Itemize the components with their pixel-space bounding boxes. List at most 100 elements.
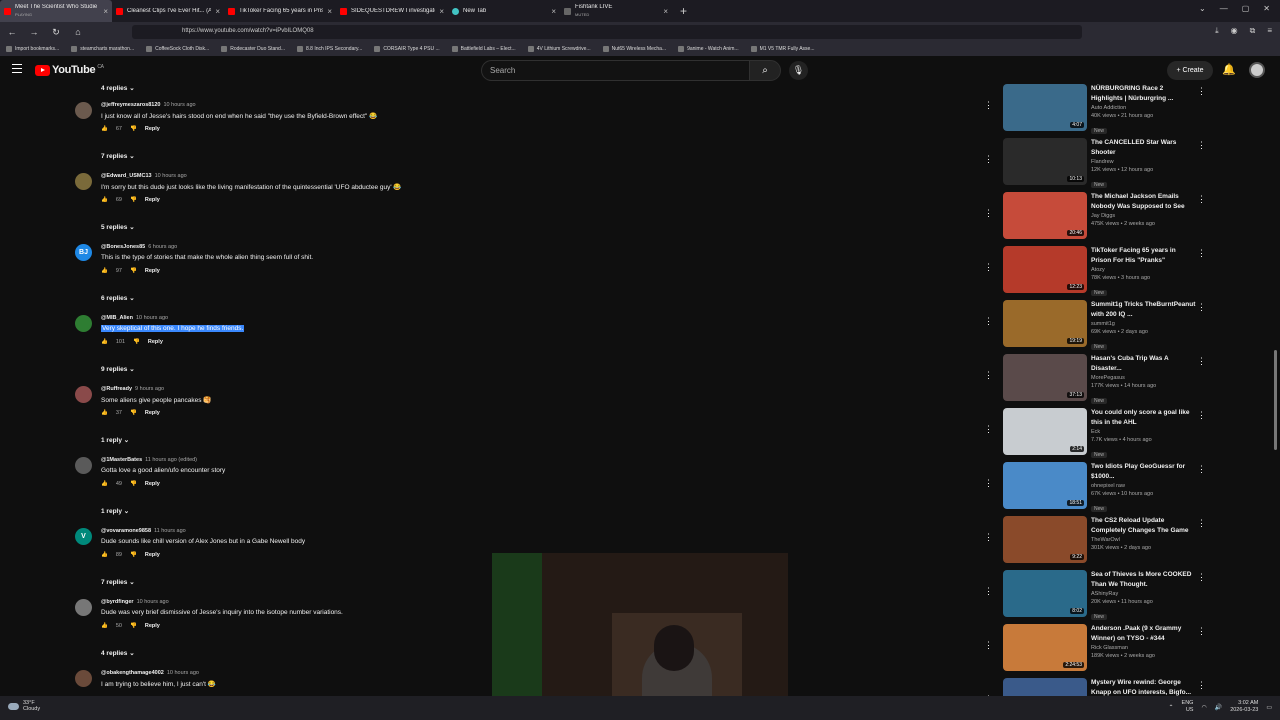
more-options-icon[interactable]: ⋮ <box>984 532 993 543</box>
comment-author[interactable]: @byrdfinger <box>101 599 134 605</box>
recommended-video[interactable]: ⋮ 37:13 Hasan's Cuba Trip Was A Disaster..… <box>978 354 1218 408</box>
like-icon[interactable]: 👍 <box>101 126 108 132</box>
chevron-down-icon[interactable]: ⌄ <box>1199 4 1206 13</box>
voice-search-button[interactable]: 🎙 <box>789 61 808 80</box>
recommended-video[interactable]: ⋮ 2:24:53 Anderson .Paak (9 x Grammy Winne… <box>978 624 1218 678</box>
comment-time[interactable]: 11 hours ago (edited) <box>145 457 197 463</box>
video-title[interactable]: You could only score a goal like this in… <box>1091 408 1196 428</box>
video-channel[interactable]: Eck <box>1091 429 1196 435</box>
reply-button[interactable]: Reply <box>145 126 160 132</box>
bookmark-item[interactable]: Rodecaster Duo Stand... <box>221 46 285 52</box>
commenter-avatar[interactable] <box>75 102 92 119</box>
reply-button[interactable]: Reply <box>145 481 160 487</box>
maximize-icon[interactable]: ▢ <box>1242 4 1250 13</box>
wifi-icon[interactable]: ◠ <box>1201 704 1206 711</box>
video-title[interactable]: The CANCELLED Star Wars Shooter <box>1091 138 1196 158</box>
video-title[interactable]: Summit1g Tricks TheBurntPeanut with 200 … <box>1091 300 1196 320</box>
video-thumbnail[interactable]: 12:23 <box>1003 246 1087 293</box>
browser-tab[interactable]: Meet The Scientist Who Studie PLAYING × <box>0 0 112 22</box>
recommended-video[interactable]: ⋮ 18:51 Two Idiots Play GeoGuessr for $100… <box>978 462 1218 516</box>
video-menu-icon[interactable]: ⋮ <box>1197 356 1206 367</box>
dislike-icon[interactable]: 👎 <box>130 623 137 629</box>
tray-chevron-icon[interactable]: ⌃ <box>1169 704 1174 711</box>
video-title[interactable]: Mystery Wire rewind: George Knapp on UFO… <box>1091 678 1196 696</box>
reply-button[interactable]: Reply <box>145 623 160 629</box>
browser-tab[interactable]: TikToker Facing 65 years in Pris × <box>224 0 336 22</box>
video-title[interactable]: The CS2 Reload Update Completely Changes… <box>1091 516 1196 536</box>
comment-time[interactable]: 10 hours ago <box>155 173 187 179</box>
video-thumbnail[interactable]: 9:22 <box>1003 516 1087 563</box>
video-thumbnail[interactable]: 8:02 <box>1003 570 1087 617</box>
replies-toggle[interactable]: 7 replies ⌄ <box>101 578 135 586</box>
video-thumbnail[interactable]: 18:51 <box>1003 462 1087 509</box>
commenter-avatar[interactable] <box>75 173 92 190</box>
bookmark-item[interactable]: 8.8 Inch IPS Secondary... <box>296 46 362 52</box>
video-menu-icon[interactable]: ⋮ <box>1197 302 1206 313</box>
tab-close-icon[interactable]: × <box>215 7 220 16</box>
video-thumbnail[interactable]: 37:13 <box>1003 354 1087 401</box>
recommended-video[interactable]: ⋮ 4:07 NÜRBURGRING Race 2 Highlights | Nür… <box>978 84 1218 138</box>
like-icon[interactable]: 👍 <box>101 268 108 274</box>
menu-icon[interactable]: ≡ <box>1267 26 1272 36</box>
youtube-logo[interactable]: YouTube CA <box>35 64 104 76</box>
create-button[interactable]: + Create <box>1167 61 1213 80</box>
tab-close-icon[interactable]: × <box>663 7 668 16</box>
video-channel[interactable]: MorePegasus <box>1091 375 1196 381</box>
minimize-icon[interactable]: — <box>1220 4 1228 13</box>
url-bar[interactable]: https://www.youtube.com/watch?v=iPvbILOM… <box>132 25 1082 39</box>
bookmark-item[interactable]: CoffeeSock Cloth Disk... <box>146 46 209 52</box>
commenter-avatar[interactable] <box>75 599 92 616</box>
more-options-icon[interactable]: ⋮ <box>984 208 993 219</box>
like-icon[interactable]: 👍 <box>101 197 108 203</box>
replies-toggle[interactable]: 9 replies ⌄ <box>101 365 135 373</box>
more-options-icon[interactable]: ⋮ <box>984 370 993 381</box>
like-icon[interactable]: 👍 <box>101 552 108 558</box>
new-tab-icon[interactable]: + <box>680 4 687 18</box>
video-thumbnail[interactable]: 4:07 <box>1003 84 1087 131</box>
video-channel[interactable]: Flandrew <box>1091 159 1196 165</box>
recommended-video[interactable]: ⋮ 20:46 The Michael Jackson Emails Nobody … <box>978 192 1218 246</box>
video-menu-icon[interactable]: ⋮ <box>1197 626 1206 637</box>
volume-icon[interactable]: 🔊 <box>1215 704 1222 711</box>
recommended-video[interactable]: ⋮ 12:23 TikToker Facing 65 years in Prison… <box>978 246 1218 300</box>
menu-hamburger-icon[interactable] <box>12 64 22 73</box>
comment-time[interactable]: 9 hours ago <box>135 386 164 392</box>
reload-icon[interactable]: ↻ <box>50 27 62 38</box>
video-channel[interactable]: Auto Addiction <box>1091 105 1196 111</box>
bookmark-item[interactable]: M1 V5 TMR Fully Asse... <box>750 46 815 52</box>
video-thumbnail[interactable]: 10:13 <box>1003 138 1087 185</box>
replies-toggle[interactable]: 1 reply ⌄ <box>101 436 129 444</box>
video-thumbnail[interactable]: 2:14 <box>1003 408 1087 455</box>
video-channel[interactable]: summit1g <box>1091 321 1196 327</box>
commenter-avatar[interactable] <box>75 670 92 687</box>
recommended-video[interactable]: ⋮ 10:13 The CANCELLED Star Wars Shooter Fla… <box>978 138 1218 192</box>
weather-widget[interactable]: 33°F Cloudy <box>8 700 40 712</box>
video-title[interactable]: Two Idiots Play GeoGuessr for $1000... <box>1091 462 1196 482</box>
recommended-video[interactable]: ⋮ 8:02 Sea of Thieves Is More COOKED Than … <box>978 570 1218 624</box>
comment-time[interactable]: 10 hours ago <box>136 315 168 321</box>
commenter-avatar[interactable]: V <box>75 528 92 545</box>
tab-close-icon[interactable]: × <box>439 7 444 16</box>
dislike-icon[interactable]: 👎 <box>130 268 137 274</box>
dislike-icon[interactable]: 👎 <box>130 481 137 487</box>
replies-toggle[interactable]: 4 replies ⌄ <box>101 84 135 92</box>
video-menu-icon[interactable]: ⋮ <box>1197 518 1206 529</box>
recommended-video[interactable]: ⋮ 9:22 The CS2 Reload Update Completely Ch… <box>978 516 1218 570</box>
video-channel[interactable]: Jay Diggs <box>1091 213 1196 219</box>
video-menu-icon[interactable]: ⋮ <box>1197 248 1206 259</box>
bookmark-item[interactable]: 4V Lithium Screwdrive... <box>527 46 591 52</box>
reply-button[interactable]: Reply <box>145 197 160 203</box>
video-thumbnail[interactable] <box>1003 678 1087 696</box>
tab-close-icon[interactable]: × <box>327 7 332 16</box>
more-options-icon[interactable]: ⋮ <box>984 424 993 435</box>
search-input[interactable]: Search <box>481 60 749 81</box>
browser-tab[interactable]: SIDEQUESTDREW I investigate × <box>336 0 448 22</box>
notifications-bell-icon[interactable]: 🔔 <box>1222 63 1236 76</box>
video-menu-icon[interactable]: ⋮ <box>1197 572 1206 583</box>
comment-author[interactable]: @1MasterBates <box>101 457 142 463</box>
comment-time[interactable]: 11 hours ago <box>154 528 186 534</box>
account-avatar[interactable] <box>1249 62 1265 78</box>
video-title[interactable]: NÜRBURGRING Race 2 Highlights | Nürburgr… <box>1091 84 1196 104</box>
forward-icon[interactable]: → <box>28 27 40 37</box>
video-menu-icon[interactable]: ⋮ <box>1197 140 1206 151</box>
